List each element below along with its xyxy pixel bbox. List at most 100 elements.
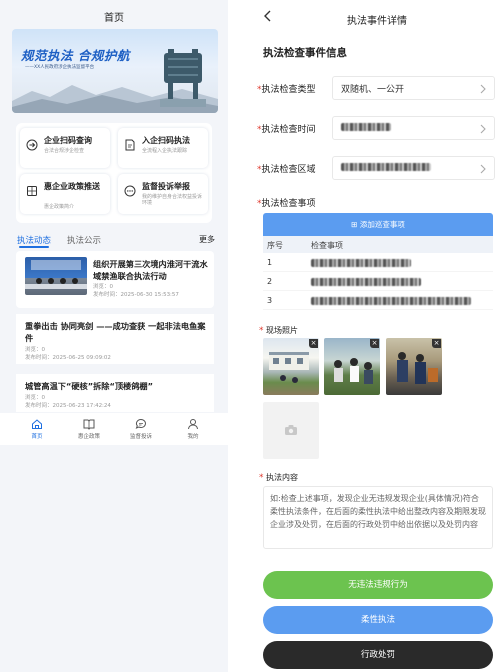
nav-policy[interactable]: 惠企政策 xyxy=(64,418,114,440)
delete-photo-icon[interactable]: × xyxy=(370,339,379,348)
enterprise-scan-query-button[interactable]: 企业扫码查询 合法合规涉企检查 xyxy=(20,128,110,168)
tab-enforcement-news[interactable]: 执法动态 xyxy=(17,234,51,246)
add-photo-button[interactable] xyxy=(263,402,319,459)
entry-title: 入企扫码执法 xyxy=(142,136,190,145)
entry-title: 监督投诉举报 xyxy=(142,182,190,191)
home-banner[interactable]: 规范执法 合规护航 ——XX人民政府涉企执法监督平台 xyxy=(12,29,218,113)
inspection-items-table: 序号 检查事项 1 2 3 xyxy=(263,236,493,310)
news-title: 重拳出击 协同亮剑 ——成功查获 一起非法电鱼案件 xyxy=(25,321,206,343)
row-index: 3 xyxy=(267,296,273,305)
news-views: 浏览：0 xyxy=(25,395,45,401)
entry-subtitle: 我的维护自身合法权益投诉环境 xyxy=(142,194,203,206)
photos-label: * 现场照片 xyxy=(259,326,299,336)
nav-label: 首页 xyxy=(31,434,43,440)
nav-label: 监督投诉 xyxy=(129,434,152,440)
news-title: 组织开展第三次境内淮河干流水域禁渔联合执法行动 xyxy=(93,259,208,281)
nav-home[interactable]: 首页 xyxy=(12,418,62,440)
delete-photo-icon[interactable]: × xyxy=(432,339,441,348)
nav-complaint[interactable]: 监督投诉 xyxy=(116,418,166,440)
no-violation-button[interactable]: 无违法违规行为 xyxy=(263,571,493,599)
inspection-type-field[interactable]: *执法检查类型 双随机、一公开 xyxy=(257,76,497,100)
add-inspection-item-button[interactable]: ⊞ 添加巡查事项 xyxy=(263,213,493,236)
field-value-redacted xyxy=(341,162,431,172)
field-label: *执法检查区域 xyxy=(257,165,316,175)
column-header: 检查事项 xyxy=(311,241,343,250)
field-label: *执法检查时间 xyxy=(257,125,316,135)
news-tabs: 执法动态 执法公示 更多 xyxy=(17,234,215,248)
camera-icon xyxy=(285,425,297,435)
site-photo[interactable]: × xyxy=(263,338,319,395)
news-item[interactable]: 重拳出击 协同亮剑 ——成功查获 一起非法电鱼案件 浏览：0 发布时间：2025… xyxy=(16,314,214,364)
policy-push-button[interactable]: 惠企业政策推送 惠企政策简介 xyxy=(20,174,110,214)
news-item[interactable]: 城管高温下“硬核”拆除“顶楼鸽棚” 浏览：0 发布时间：2025-06-23 1… xyxy=(16,374,214,412)
chat-icon xyxy=(135,418,146,429)
tab-enforcement-public[interactable]: 执法公示 xyxy=(67,234,101,246)
home-icon xyxy=(32,419,42,429)
add-item-icon: ⊞ xyxy=(351,220,360,229)
news-thumbnail xyxy=(25,257,87,295)
bottom-nav: 首页 惠企政策 监督投诉 我的 xyxy=(0,413,228,445)
section-title: 执法检查事件信息 xyxy=(263,47,347,59)
nav-profile[interactable]: 我的 xyxy=(168,418,218,440)
inspection-type-select[interactable]: 双随机、一公开 xyxy=(332,76,495,100)
inspection-items-label: *执法检查事项 xyxy=(257,199,316,209)
table-row[interactable]: 2 xyxy=(263,272,493,291)
banner-title: 规范执法 合规护航 xyxy=(21,48,130,63)
required-mark: * xyxy=(259,473,264,483)
site-photo[interactable]: × xyxy=(324,338,380,395)
inspection-area-select[interactable] xyxy=(332,156,495,180)
active-tab-indicator xyxy=(19,246,49,248)
news-time: 发布时间：2025-06-30 15:53:57 xyxy=(93,292,179,298)
row-content-redacted xyxy=(311,258,411,267)
chevron-right-icon xyxy=(480,84,486,94)
page-title: 首页 xyxy=(104,13,124,24)
site-photo[interactable]: × xyxy=(386,338,442,395)
delete-photo-icon[interactable]: × xyxy=(309,339,318,348)
administrative-penalty-button[interactable]: 行政处罚 xyxy=(263,641,493,669)
news-views: 浏览：0 xyxy=(25,347,45,353)
entry-title: 惠企业政策推送 xyxy=(44,182,100,191)
entry-title: 企业扫码查询 xyxy=(44,136,92,145)
news-time: 发布时间：2025-06-23 17:42:24 xyxy=(25,403,111,409)
more-circle-icon xyxy=(124,185,136,197)
news-time: 发布时间：2025-06-25 09:09:02 xyxy=(25,355,111,361)
soft-enforcement-button[interactable]: 柔性执法 xyxy=(263,606,493,634)
banner-subtitle: ——XX人民政府涉企执法监督平台 xyxy=(25,65,95,70)
inspection-area-field[interactable]: *执法检查区域 xyxy=(257,156,497,180)
field-value-redacted xyxy=(341,122,391,132)
page-title: 执法事件详情 xyxy=(347,16,407,27)
field-label: *执法检查类型 xyxy=(257,85,316,95)
service-entries: 企业扫码查询 合法合规涉企检查 入企扫码执法 全流程入企执法跟踪 惠企业政策推送… xyxy=(16,123,212,223)
nav-label: 惠企政策 xyxy=(77,434,100,440)
home-screen: 首页 规范执法 合规护航 ——XX人民政府涉企执法监督平台 企业扫码查询 合法合… xyxy=(0,0,228,672)
row-content-redacted xyxy=(311,277,421,286)
content-label: * 执法内容 xyxy=(259,473,299,483)
table-row[interactable]: 3 xyxy=(263,291,493,310)
bronze-ding-image xyxy=(160,49,206,107)
complaint-report-button[interactable]: 监督投诉举报 我的维护自身合法权益投诉环境 xyxy=(118,174,208,214)
entry-subtitle: 惠企政策简介 xyxy=(44,204,75,210)
column-header: 序号 xyxy=(267,241,283,250)
book-icon xyxy=(83,419,95,430)
grid-icon xyxy=(27,186,37,196)
news-item[interactable]: 组织开展第三次境内淮河干流水域禁渔联合执法行动 浏览：0 发布时间：2025-0… xyxy=(16,251,214,308)
row-index: 2 xyxy=(267,277,273,286)
nav-label: 我的 xyxy=(187,434,199,440)
entry-subtitle: 合法合规涉企检查 xyxy=(44,148,85,154)
table-row[interactable]: 1 xyxy=(263,253,493,272)
document-edit-icon xyxy=(125,139,135,151)
news-title: 城管高温下“硬核”拆除“顶楼鸽棚” xyxy=(25,381,153,391)
chevron-right-icon xyxy=(480,124,486,134)
field-value: 双随机、一公开 xyxy=(341,85,405,95)
enterprise-scan-enforce-button[interactable]: 入企扫码执法 全流程入企执法跟踪 xyxy=(118,128,208,168)
entry-subtitle: 全流程入企执法跟踪 xyxy=(142,148,188,154)
detail-screen: 执法事件详情 执法检查事件信息 *执法检查类型 双随机、一公开 *执法检查时间 … xyxy=(251,0,503,672)
inspection-time-select[interactable] xyxy=(332,116,495,140)
chevron-right-icon xyxy=(480,164,486,174)
user-icon xyxy=(188,419,198,430)
more-link[interactable]: 更多 xyxy=(199,234,215,245)
content-textarea[interactable]: 如:检查上述事项，发现企业无违规发现企业(具体情况)符合柔性执法条件，在后面的柔… xyxy=(263,486,493,549)
inspection-time-field[interactable]: *执法检查时间 xyxy=(257,116,497,140)
arrow-circle-icon xyxy=(26,139,38,151)
row-content-redacted xyxy=(311,296,471,305)
